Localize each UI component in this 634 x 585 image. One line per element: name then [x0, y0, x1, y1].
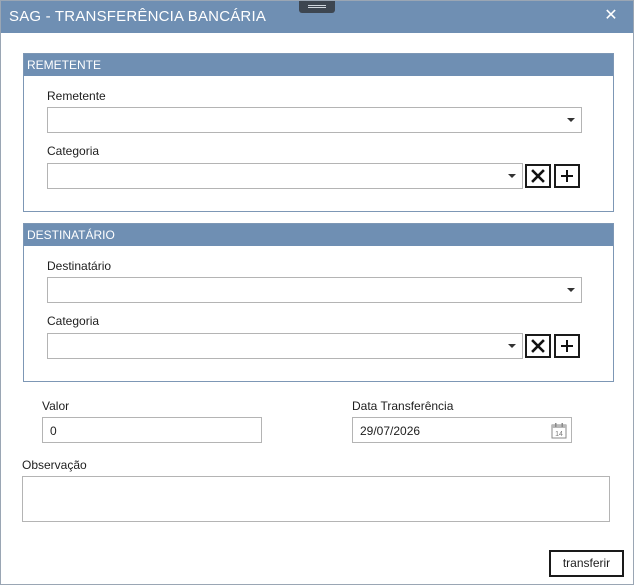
destinatario-remove-category-button[interactable]	[525, 334, 551, 358]
calendar-day-text: 14	[555, 431, 563, 438]
observacao-label: Observação	[22, 458, 87, 472]
destinatario-add-category-button[interactable]	[554, 334, 580, 358]
observacao-input[interactable]	[22, 476, 610, 522]
destinatario-group: DESTINATÁRIO Destinatário Categoria	[23, 223, 614, 382]
dropdown-arrow-icon	[508, 174, 516, 178]
dropdown-arrow-icon	[508, 344, 516, 348]
valor-input[interactable]: 0	[42, 417, 262, 443]
destinatario-label: Destinatário	[47, 259, 112, 273]
close-icon[interactable]: ✕	[603, 8, 619, 24]
title-bar[interactable]: SAG - TRANSFERÊNCIA BANCÁRIA ✕	[1, 1, 633, 33]
remetente-categoria-label: Categoria	[47, 144, 100, 158]
remetente-header: REMETENTE	[24, 54, 613, 76]
data-transferencia-label: Data Transferência	[352, 399, 454, 413]
dialog-window: SAG - TRANSFERÊNCIA BANCÁRIA ✕ REMETENTE…	[0, 0, 634, 585]
destinatario-combo[interactable]	[47, 277, 582, 303]
transferir-button[interactable]: transferir	[549, 550, 624, 577]
drag-handle[interactable]	[299, 1, 335, 13]
dropdown-arrow-icon	[567, 288, 575, 292]
remetente-group: REMETENTE Remetente Categoria	[23, 53, 614, 212]
window-title: SAG - TRANSFERÊNCIA BANCÁRIA	[9, 8, 267, 25]
remetente-combo[interactable]	[47, 107, 582, 133]
destinatario-header: DESTINATÁRIO	[24, 224, 613, 246]
dropdown-arrow-icon	[567, 118, 575, 122]
remove-icon	[531, 169, 545, 183]
destinatario-categoria-combo[interactable]	[47, 333, 523, 359]
remetente-add-category-button[interactable]	[554, 164, 580, 188]
remetente-categoria-combo[interactable]	[47, 163, 523, 189]
calendar-icon[interactable]: 14	[551, 422, 567, 439]
remove-icon	[531, 339, 545, 353]
destinatario-categoria-label: Categoria	[47, 314, 100, 328]
remetente-label: Remetente	[47, 89, 106, 103]
valor-label: Valor	[42, 399, 70, 413]
remetente-remove-category-button[interactable]	[525, 164, 551, 188]
data-transferencia-input[interactable]: 29/07/2026 14	[352, 417, 572, 443]
add-icon	[561, 170, 573, 182]
data-transferencia-value: 29/07/2026	[360, 424, 421, 438]
add-icon	[561, 340, 573, 352]
